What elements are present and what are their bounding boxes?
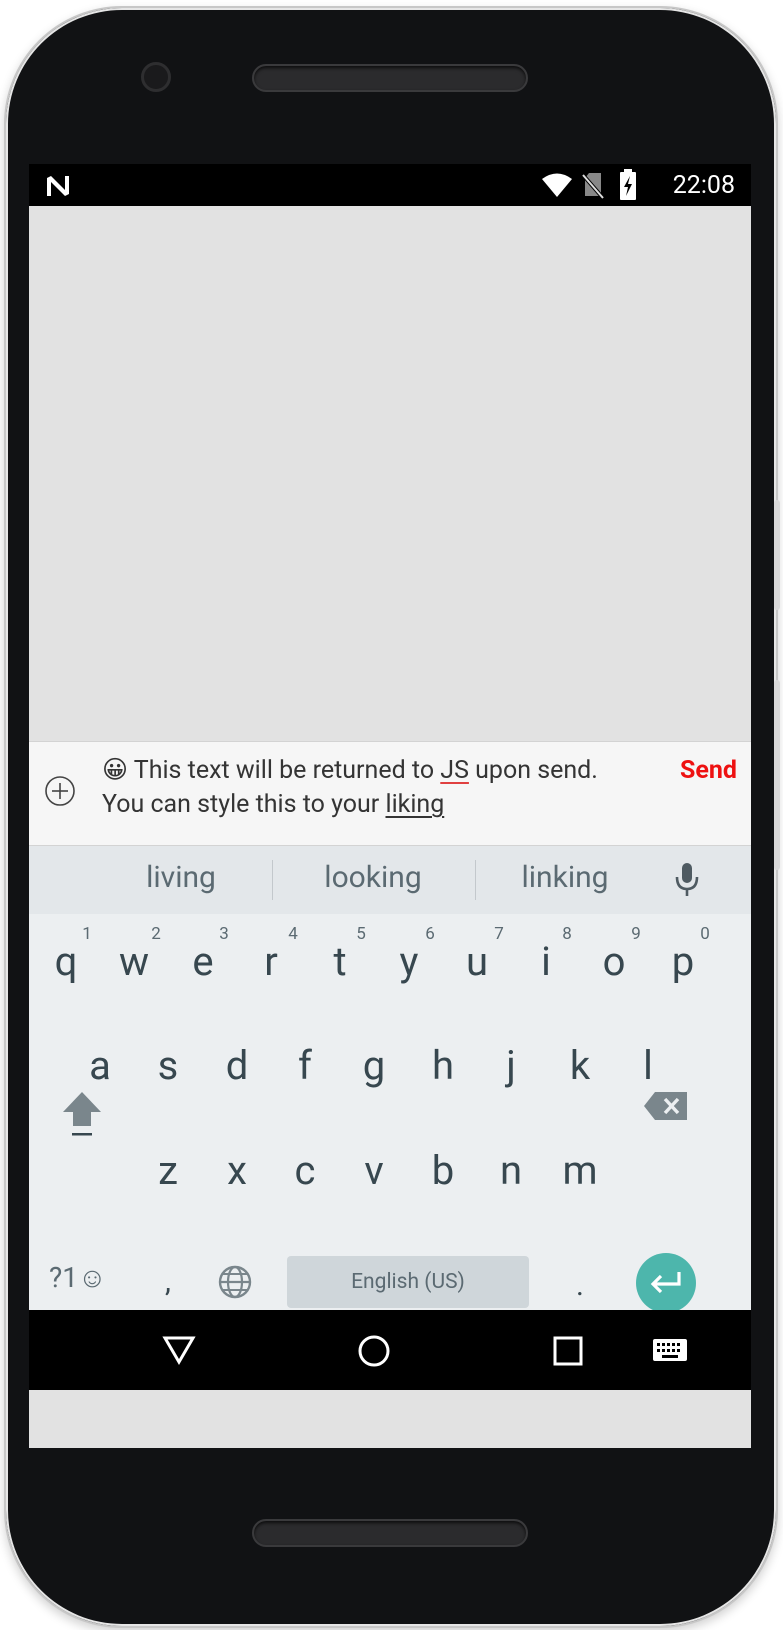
screen: 22:08 😀 This text will be returned to JS… [29, 164, 751, 1448]
globe-icon[interactable] [218, 1265, 252, 1299]
battery-charging-icon [620, 169, 636, 200]
suggestion-strip: living looking linking [29, 846, 751, 914]
recents-icon[interactable] [553, 1336, 583, 1366]
suggestion-2[interactable]: looking [278, 860, 468, 895]
key-v[interactable]: v [341, 1131, 407, 1211]
key-g[interactable]: g [341, 1026, 407, 1106]
front-camera [141, 62, 171, 92]
suggestion-3[interactable]: linking [470, 860, 660, 895]
volume-button [774, 500, 780, 610]
top-speaker [252, 64, 528, 92]
grinning-emoji: 😀 [102, 756, 129, 785]
enter-key[interactable] [636, 1253, 696, 1313]
send-button[interactable]: Send [680, 754, 737, 788]
key-z[interactable]: z [135, 1131, 201, 1211]
key-f[interactable]: f [272, 1026, 338, 1106]
clock: 22:08 [672, 171, 735, 200]
misspelled-word[interactable]: JS [440, 756, 469, 785]
enter-arrow-icon [650, 1272, 681, 1294]
bottom-speaker [252, 1519, 528, 1547]
power-button [774, 680, 780, 870]
key-y[interactable]: y [376, 922, 442, 1002]
key-o[interactable]: o [581, 922, 647, 1002]
space-bar[interactable]: English (US) [287, 1256, 529, 1308]
keyboard-switch-icon[interactable] [652, 1338, 688, 1362]
key-k[interactable]: k [547, 1026, 613, 1106]
backspace-icon[interactable] [643, 1090, 689, 1122]
home-icon[interactable] [357, 1334, 391, 1368]
content-area [29, 206, 751, 738]
key-c[interactable]: c [272, 1131, 338, 1211]
key-r[interactable]: r [238, 922, 304, 1002]
suggestion-divider [272, 860, 273, 900]
back-icon[interactable] [162, 1334, 196, 1366]
microphone-icon[interactable] [674, 861, 700, 899]
key-n[interactable]: n [478, 1131, 544, 1211]
key-j[interactable]: j [478, 1026, 544, 1106]
message-input-bar: 😀 This text will be returned to JS upon … [29, 741, 751, 846]
key-q[interactable]: q [33, 922, 99, 1002]
status-bar: 22:08 [29, 164, 751, 206]
shift-icon[interactable] [61, 1088, 103, 1138]
key-i[interactable]: i [513, 922, 579, 1002]
navigation-bar [29, 1310, 751, 1390]
key-p[interactable]: p [650, 922, 716, 1002]
message-text-part: This text will be returned to [133, 756, 441, 785]
composing-word[interactable]: liking [385, 790, 444, 819]
key-b[interactable]: b [410, 1131, 476, 1211]
wifi-icon [542, 173, 572, 197]
key-x[interactable]: x [204, 1131, 270, 1211]
key-t[interactable]: t [307, 922, 373, 1002]
symbols-key[interactable]: ?1☺ [49, 1261, 107, 1294]
suggestion-1[interactable]: living [86, 860, 276, 895]
key-h[interactable]: h [410, 1026, 476, 1106]
keyboard: living looking linking 1 2 3 4 5 6 7 8 9… [29, 846, 751, 1342]
key-u[interactable]: u [444, 922, 510, 1002]
key-e[interactable]: e [170, 922, 236, 1002]
message-input[interactable]: 😀 This text will be returned to JS upon … [102, 754, 622, 822]
add-attachment-icon[interactable] [44, 775, 76, 807]
key-m[interactable]: m [547, 1131, 613, 1211]
key-d[interactable]: d [204, 1026, 270, 1106]
no-sim-icon [581, 173, 605, 199]
notification-n-icon [47, 176, 69, 196]
key-s[interactable]: s [135, 1026, 201, 1106]
key-w[interactable]: w [101, 922, 167, 1002]
